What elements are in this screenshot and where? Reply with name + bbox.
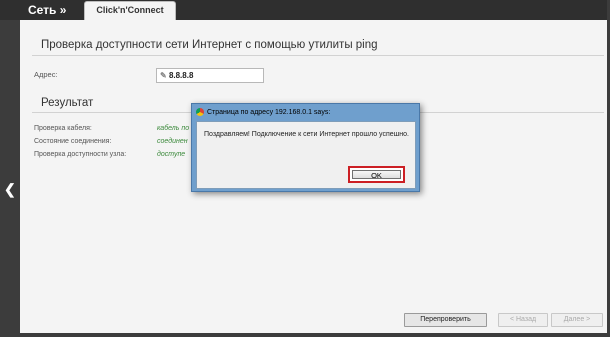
address-label: Адрес: xyxy=(34,70,58,79)
address-value: 8.8.8.8 xyxy=(168,71,194,80)
dialog-body: Поздравляем! Подключение к сети Интернет… xyxy=(196,121,416,189)
page-title: Проверка доступности сети Интернет с пом… xyxy=(41,39,378,51)
connection-state-label: Состояние соединения: xyxy=(34,138,112,145)
dialog-message: Поздравляем! Подключение к сети Интернет… xyxy=(204,131,409,138)
dialog-title-bar: Страница по адресу 192.168.0.1 says: xyxy=(196,106,330,119)
connection-state-value: соединен xyxy=(157,138,188,145)
back-button[interactable]: < Назад xyxy=(498,313,548,327)
app-frame: Сеть » Click'n'Connect ❮ Проверка доступ… xyxy=(0,0,610,337)
chrome-icon xyxy=(196,108,204,117)
cable-check-label: Проверка кабеля: xyxy=(34,125,92,132)
tab-click-n-connect[interactable]: Click'n'Connect xyxy=(84,1,176,21)
next-button[interactable]: Далее > xyxy=(551,313,603,327)
divider xyxy=(32,55,604,56)
alert-dialog: Страница по адресу 192.168.0.1 says: Поз… xyxy=(191,103,420,192)
ok-button-highlight: OK xyxy=(348,166,405,183)
host-check-label: Проверка доступности узла: xyxy=(34,151,127,158)
address-input[interactable]: ✎ 8.8.8.8 xyxy=(156,68,264,83)
recheck-button[interactable]: Перепроверить xyxy=(404,313,487,327)
cable-check-value: кабель по xyxy=(157,125,190,132)
chevron-left-icon[interactable]: ❮ xyxy=(4,181,16,198)
menu-title[interactable]: Сеть » xyxy=(28,3,66,17)
dialog-title: Страница по адресу 192.168.0.1 says: xyxy=(207,109,331,116)
host-check-value: доступе xyxy=(157,151,186,158)
pencil-icon: ✎ xyxy=(160,71,167,80)
top-bar: Сеть » Click'n'Connect xyxy=(0,0,610,21)
ok-button[interactable]: OK xyxy=(352,170,401,180)
results-title: Результат xyxy=(41,97,94,109)
